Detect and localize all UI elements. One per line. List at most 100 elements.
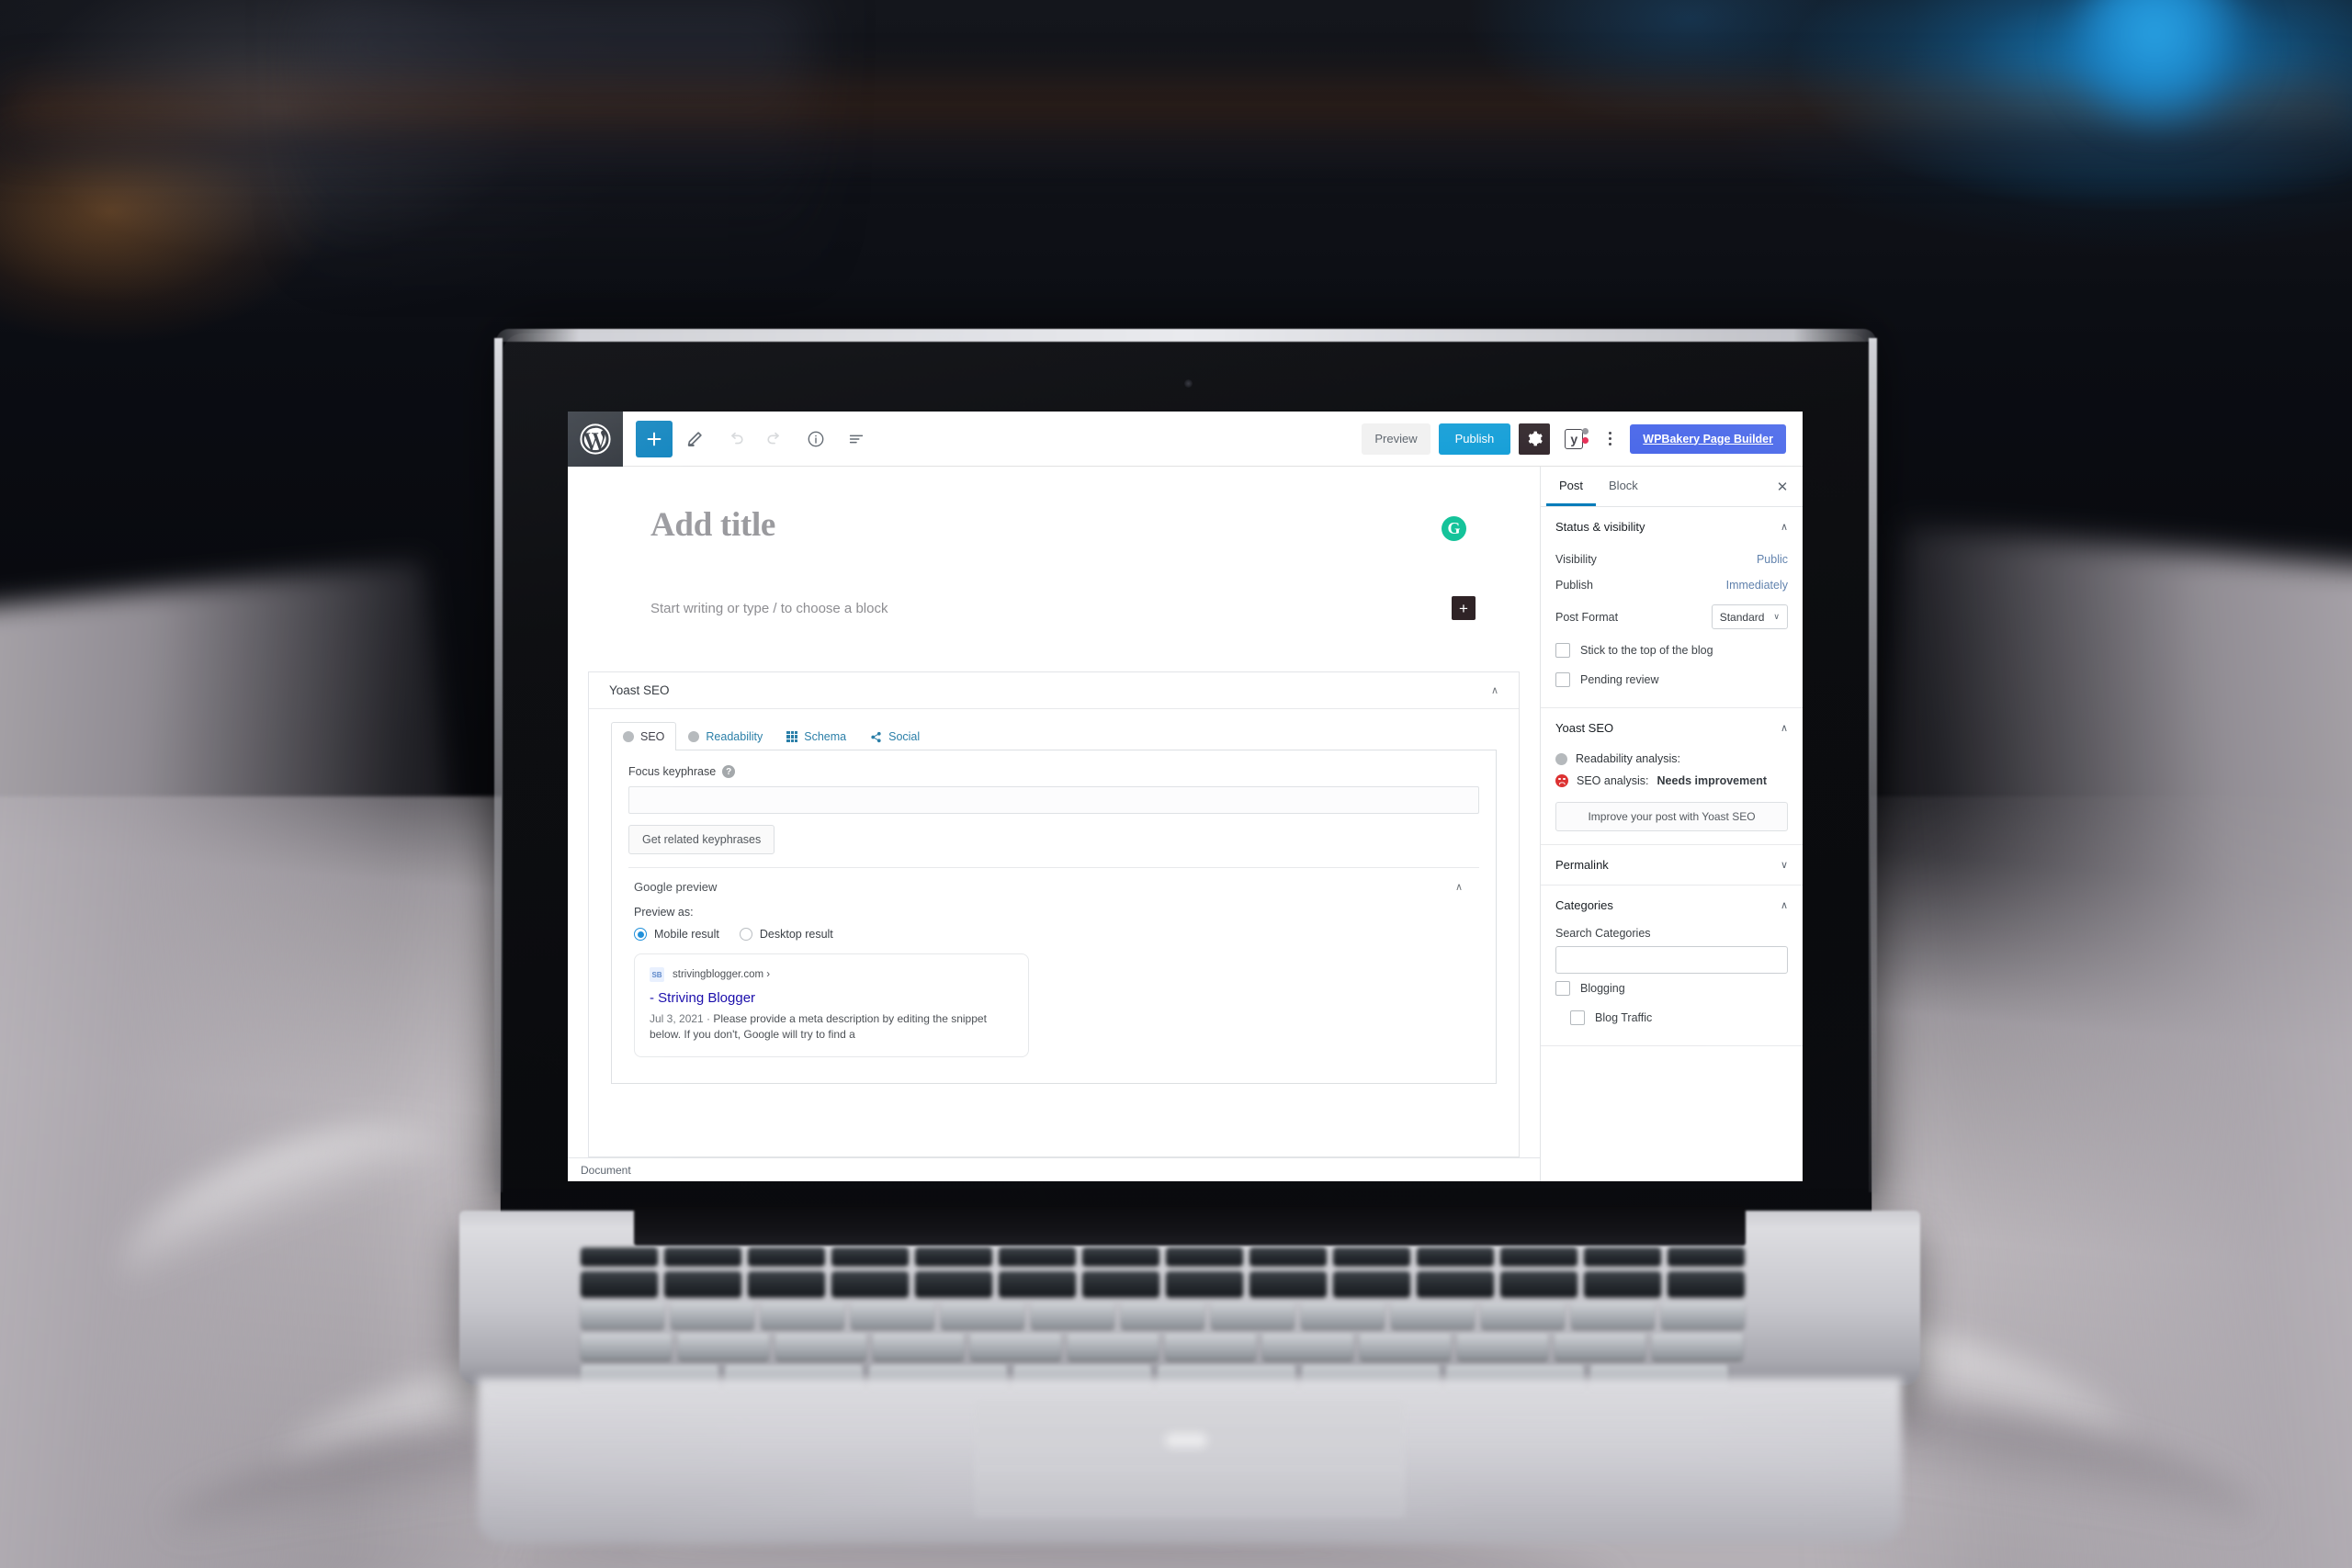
panel-permalink-title: Permalink xyxy=(1555,858,1609,872)
google-snippet-preview[interactable]: SB strivingblogger.com › - Striving Blog… xyxy=(634,953,1029,1057)
keyboard-key xyxy=(1031,1303,1114,1328)
canvas-inner: Add title G Start writing or type / to c… xyxy=(568,467,1540,620)
wpbakery-page-builder-button[interactable]: WPBakery Page Builder xyxy=(1630,423,1786,454)
panel-categories-header[interactable]: Categories ∧ xyxy=(1541,886,1803,925)
radio-desktop-result[interactable]: Desktop result xyxy=(739,928,833,941)
visibility-value[interactable]: Public xyxy=(1757,553,1788,566)
details-info-button[interactable] xyxy=(797,421,834,457)
checkbox-stick-to-top[interactable]: Stick to the top of the blog xyxy=(1555,636,1788,665)
redo-button[interactable] xyxy=(757,421,794,457)
red-frown-icon xyxy=(1555,774,1568,787)
search-categories-input[interactable] xyxy=(1555,946,1788,974)
editor-canvas[interactable]: Add title G Start writing or type / to c… xyxy=(568,467,1540,1181)
kebab-dot xyxy=(1608,443,1611,446)
snippet-title[interactable]: - Striving Blogger xyxy=(650,990,1013,1006)
focus-keyphrase-input[interactable] xyxy=(628,786,1479,814)
laptop-lid-top-edge xyxy=(496,329,1876,342)
improve-post-button[interactable]: Improve your post with Yoast SEO xyxy=(1555,802,1788,831)
tab-post[interactable]: Post xyxy=(1546,467,1597,506)
readability-dot-icon xyxy=(1582,427,1589,434)
webcam-icon xyxy=(1184,379,1193,388)
keyboard-key xyxy=(1584,1247,1661,1266)
publish-value[interactable]: Immediately xyxy=(1726,579,1788,592)
category-blogging-label: Blogging xyxy=(1580,982,1625,995)
chevron-up-icon[interactable]: ∧ xyxy=(1781,521,1788,533)
keyboard-key xyxy=(664,1247,741,1266)
keyboard-key xyxy=(915,1271,992,1297)
chevron-up-icon[interactable]: ∧ xyxy=(1491,684,1498,696)
snippet-description: Jul 3, 2021 · Please provide a meta desc… xyxy=(650,1011,1013,1043)
more-menu-button[interactable] xyxy=(1598,423,1622,455)
checkbox-pending-review[interactable]: Pending review xyxy=(1555,665,1788,694)
laptop-trackpad xyxy=(974,1400,1406,1517)
yoast-status-dots xyxy=(1582,427,1589,444)
category-blog-traffic-label: Blog Traffic xyxy=(1595,1011,1653,1024)
preview-button[interactable]: Preview xyxy=(1362,423,1430,455)
laptop-keyboard xyxy=(581,1246,1803,1400)
keyboard-key xyxy=(1417,1247,1494,1266)
panel-yoast-seo-body: Readability analysis: SEO analysis: Need… xyxy=(1541,748,1803,844)
wordpress-editor: Preview Publish y WPBakery Page Builder … xyxy=(568,412,1803,1181)
add-block-button[interactable] xyxy=(636,420,673,457)
panel-status-visibility-header[interactable]: Status & visibility ∧ xyxy=(1541,507,1803,547)
chevron-up-icon[interactable]: ∧ xyxy=(1455,881,1463,893)
checkbox-category-blog-traffic[interactable]: Blog Traffic xyxy=(1555,1003,1788,1032)
chevron-up-icon[interactable]: ∧ xyxy=(1781,899,1788,911)
snippet-date: Jul 3, 2021 xyxy=(650,1012,704,1025)
laptop-hinge xyxy=(634,1205,1746,1246)
chevron-down-icon[interactable]: ∨ xyxy=(1781,859,1788,871)
keyboard-key xyxy=(1262,1334,1353,1359)
keyboard-row xyxy=(581,1334,1743,1359)
keyboard-key xyxy=(1457,1334,1548,1359)
block-inserter-button[interactable]: + xyxy=(1452,596,1476,620)
keyboard-key xyxy=(1500,1247,1577,1266)
panel-status-visibility: Status & visibility ∧ Visibility Public … xyxy=(1541,507,1803,708)
status-bar-label[interactable]: Document xyxy=(581,1164,631,1177)
seo-bullet-icon xyxy=(623,731,634,742)
keyboard-key xyxy=(664,1271,741,1297)
tab-readability[interactable]: Readability xyxy=(676,722,775,750)
radio-mobile-result[interactable]: Mobile result xyxy=(634,928,719,941)
keyboard-key xyxy=(761,1303,844,1328)
tab-social[interactable]: Social xyxy=(858,722,932,750)
wordpress-logo-icon[interactable] xyxy=(568,412,623,467)
chevron-up-icon[interactable]: ∧ xyxy=(1781,722,1788,734)
editor-status-bar: Document xyxy=(568,1157,1540,1181)
post-format-select[interactable]: Standard ∨ xyxy=(1711,604,1788,629)
checkbox-category-blogging[interactable]: Blogging xyxy=(1555,974,1788,1003)
keyboard-key xyxy=(1661,1303,1745,1328)
panel-yoast-seo-header[interactable]: Yoast SEO ∧ xyxy=(1541,708,1803,748)
paragraph-input[interactable]: Start writing or type / to choose a bloc… xyxy=(650,601,888,616)
keyboard-key xyxy=(1360,1334,1451,1359)
undo-button[interactable] xyxy=(717,421,753,457)
help-circle-icon[interactable]: ? xyxy=(722,765,736,778)
get-related-keyphrases-button[interactable]: Get related keyphrases xyxy=(628,825,775,854)
laptop-device: Preview Publish y WPBakery Page Builder … xyxy=(0,0,2352,1568)
edit-tool-button[interactable] xyxy=(676,421,713,457)
tab-seo[interactable]: SEO xyxy=(611,722,677,750)
publish-button[interactable]: Publish xyxy=(1438,423,1511,455)
yoast-seo-icon[interactable]: y xyxy=(1558,423,1589,455)
tab-schema[interactable]: Schema xyxy=(775,722,858,750)
radio-unselected-icon xyxy=(739,928,752,941)
post-format-value: Standard xyxy=(1719,610,1765,624)
post-title-input[interactable]: Add title xyxy=(650,505,1442,545)
grammarly-icon[interactable]: G xyxy=(1442,516,1466,541)
google-preview-header[interactable]: Google preview ∧ xyxy=(628,868,1479,906)
keyboard-key xyxy=(1555,1334,1645,1359)
toolbar-right-group: Preview Publish y WPBakery Page Builder xyxy=(1362,423,1803,455)
settings-sidebar: Post Block ✕ Status & visibility ∧ Visib… xyxy=(1540,467,1803,1181)
keyboard-key xyxy=(1571,1303,1655,1328)
yoast-metabox-header[interactable]: Yoast SEO ∧ xyxy=(589,672,1519,709)
tab-block[interactable]: Block xyxy=(1596,467,1651,506)
list-view-button[interactable] xyxy=(838,421,875,457)
panel-permalink-header[interactable]: Permalink ∨ xyxy=(1541,845,1803,885)
keyboard-key xyxy=(915,1247,992,1266)
keyboard-key xyxy=(581,1334,672,1359)
keyboard-key xyxy=(1250,1271,1327,1297)
settings-gear-button[interactable] xyxy=(1519,423,1551,455)
readability-analysis-row: Readability analysis: xyxy=(1555,748,1788,770)
keyboard-key xyxy=(1250,1247,1327,1266)
close-icon[interactable]: ✕ xyxy=(1762,467,1803,506)
seo-analysis-value: Needs improvement xyxy=(1657,774,1767,787)
